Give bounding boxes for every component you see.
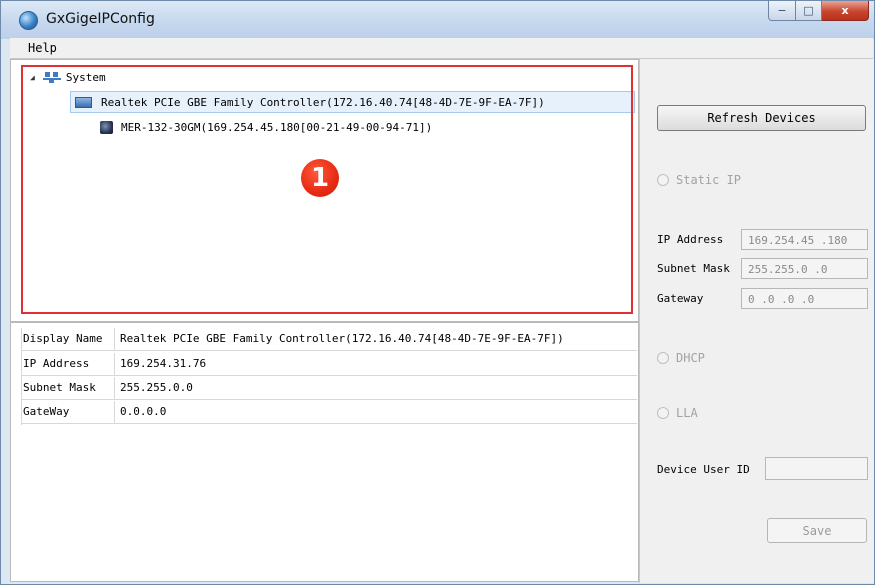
- ip-address-label: IP Address: [657, 233, 724, 246]
- tree-node-controller[interactable]: Realtek PCIe GBE Family Controller(172.1…: [70, 91, 635, 113]
- dhcp-radio[interactable]: DHCP: [657, 351, 705, 365]
- refresh-devices-button[interactable]: Refresh Devices: [657, 105, 866, 131]
- dhcp-label: DHCP: [676, 351, 705, 365]
- tree-node-system[interactable]: ◢ System: [30, 68, 106, 86]
- property-row-ip-address: IP Address 169.254.31.76: [21, 353, 637, 376]
- property-row-display-name: Display Name Realtek PCIe GBE Family Con…: [21, 328, 637, 351]
- network-adapter-icon: [75, 96, 92, 108]
- radio-indicator-icon: [657, 407, 669, 419]
- app-globe-icon: [19, 11, 38, 30]
- save-button[interactable]: Save: [767, 518, 867, 543]
- gateway-field[interactable]: 0 .0 .0 .0: [741, 288, 868, 309]
- device-user-id-field[interactable]: [765, 457, 868, 480]
- maximize-button[interactable]: □: [796, 1, 822, 21]
- property-row-gateway: GateWay 0.0.0.0: [21, 401, 637, 424]
- minimize-button[interactable]: −: [768, 1, 796, 21]
- tree-label-controller: Realtek PCIe GBE Family Controller(172.1…: [101, 95, 545, 109]
- tree-node-camera[interactable]: MER-132-30GM(169.254.45.180[00-21-49-00-…: [100, 117, 432, 137]
- device-user-id-label: Device User ID: [657, 463, 750, 476]
- settings-panel: [639, 59, 874, 583]
- radio-indicator-icon: [657, 174, 669, 186]
- property-label: GateWay: [21, 401, 115, 423]
- property-label: IP Address: [21, 353, 115, 375]
- network-icon: [42, 71, 61, 83]
- static-ip-radio[interactable]: Static IP: [657, 173, 741, 187]
- property-label: Display Name: [21, 328, 115, 350]
- subnet-mask-label: Subnet Mask: [657, 262, 730, 275]
- property-value: 0.0.0.0: [120, 405, 167, 418]
- callout-number-badge: 1: [301, 159, 339, 197]
- camera-icon: [100, 120, 113, 134]
- tree-expander-icon[interactable]: ◢: [30, 73, 35, 82]
- property-value: 169.254.31.76: [120, 357, 207, 370]
- property-value: 255.255.0.0: [120, 381, 193, 394]
- menu-bar: Help: [10, 38, 873, 59]
- gateway-label: Gateway: [657, 292, 704, 305]
- lla-label: LLA: [676, 406, 698, 420]
- subnet-mask-field[interactable]: 255.255.0 .0: [741, 258, 868, 279]
- caption-buttons: − □ x: [768, 1, 869, 21]
- ip-address-field[interactable]: 169.254.45 .180: [741, 229, 868, 250]
- static-ip-label: Static IP: [676, 173, 742, 187]
- property-label: Subnet Mask: [21, 377, 115, 399]
- radio-indicator-icon: [657, 352, 669, 364]
- property-value: Realtek PCIe GBE Family Controller(172.1…: [120, 332, 564, 345]
- title-bar[interactable]: GxGigeIPConfig − □ x: [1, 1, 874, 39]
- tree-label-system: System: [65, 70, 106, 84]
- tree-label-camera: MER-132-30GM(169.254.45.180[00-21-49-00-…: [121, 120, 433, 134]
- window-title: GxGigeIPConfig: [46, 11, 155, 27]
- property-row-subnet-mask: Subnet Mask 255.255.0.0: [21, 377, 637, 400]
- close-button[interactable]: x: [822, 1, 869, 21]
- lla-radio[interactable]: LLA: [657, 406, 698, 420]
- menu-help[interactable]: Help: [28, 41, 57, 55]
